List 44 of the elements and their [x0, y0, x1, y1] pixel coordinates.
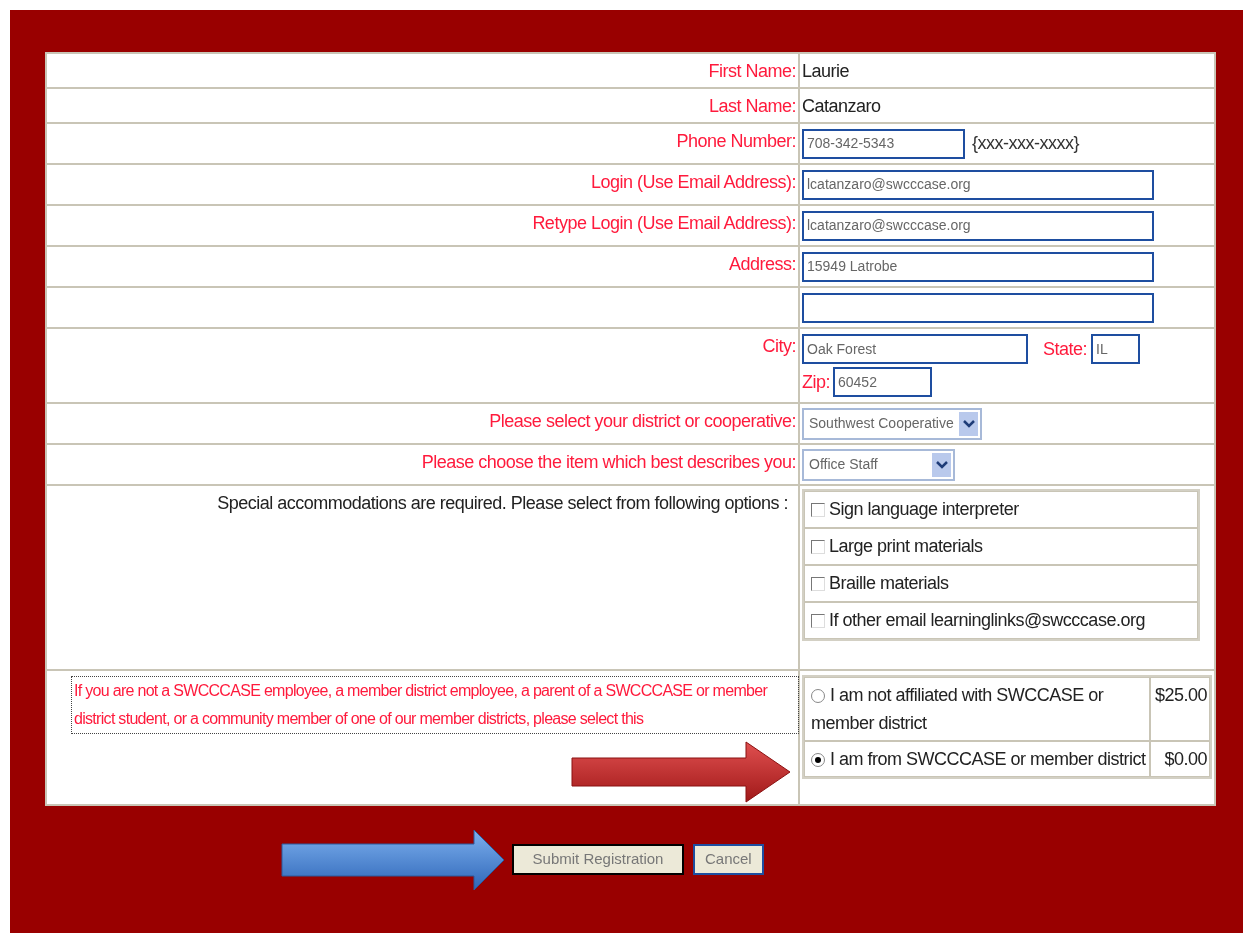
arrow-icon	[280, 828, 506, 892]
dropdown[interactable]: Southwest Cooperative	[802, 407, 982, 440]
field-value: Catanzaro	[802, 95, 881, 118]
field-label: First Name:	[708, 60, 796, 82]
zip-field[interactable]: 60452	[833, 367, 932, 397]
input-field[interactable]: 15949 Latrobe	[802, 251, 1154, 282]
field-value: Laurie	[802, 60, 850, 83]
field-label: Phone Number:	[676, 130, 796, 152]
state-label: State:	[1043, 337, 1088, 361]
state-field[interactable]: IL	[1091, 334, 1141, 364]
field-label: Login (Use Email Address):	[590, 171, 796, 193]
checkbox-option[interactable]: If other email learninglinks@swcccase.org	[804, 602, 1198, 639]
checkbox[interactable]	[811, 502, 825, 517]
checkbox[interactable]	[811, 576, 825, 591]
affiliation-note: If you are not a SWCCCASE employee, a member district employee, a parent of a SWCCCASE or member district student, or a community member of one of our member districts, please select this	[71, 676, 799, 734]
dropdown[interactable]: Office Staff	[802, 448, 955, 481]
format-hint: {xxx-xxx-xxxx}	[972, 132, 1079, 155]
cancel-button[interactable]: Cancel	[693, 844, 764, 875]
checkbox-option[interactable]: Braille materials	[804, 565, 1198, 602]
field-label: Last Name:	[708, 95, 796, 117]
field-label: Address:	[728, 253, 796, 275]
input-field[interactable]: lcatanzaro@swcccase.org	[802, 169, 1154, 200]
city-field[interactable]: Oak Forest	[802, 334, 1028, 364]
checkbox-option[interactable]: Sign language interpreter	[804, 491, 1198, 528]
radio-button[interactable]	[811, 689, 825, 704]
checkbox[interactable]	[811, 613, 825, 628]
radio-option[interactable]: I am not affiliated with SWCCASE or member district	[804, 677, 1150, 741]
input-field[interactable]	[802, 292, 1154, 323]
input-field[interactable]: lcatanzaro@swcccase.org	[802, 210, 1154, 241]
checkbox-option[interactable]: Large print materials	[804, 528, 1198, 565]
checkbox[interactable]	[811, 539, 825, 554]
input-field[interactable]: 708-342-5343	[802, 128, 965, 159]
field-label: Please select your district or cooperative:	[489, 410, 796, 432]
zip-label: Zip:	[802, 370, 830, 394]
price: $25.00	[1154, 684, 1207, 707]
accommodations-label: Special accommodations are required. Please select from following options :	[217, 492, 788, 515]
field-label: Please choose the item which best describes you:	[421, 451, 796, 473]
submit-button[interactable]: Submit Registration	[512, 844, 684, 875]
radio-button[interactable]	[811, 753, 825, 768]
radio-option[interactable]: I am from SWCCCASE or member district	[804, 741, 1150, 777]
arrow-icon	[570, 740, 792, 804]
field-label: Retype Login (Use Email Address):	[532, 212, 796, 234]
field-label: City:	[762, 335, 796, 357]
price: $0.00	[1164, 748, 1207, 771]
